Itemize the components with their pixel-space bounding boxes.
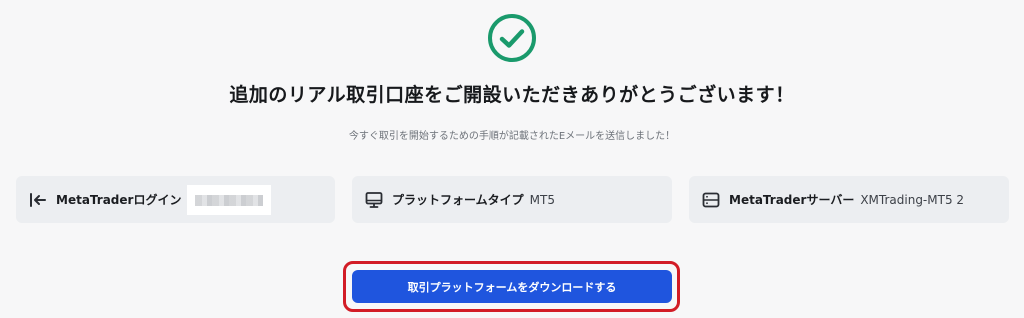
mt-login-label: MetaTraderログイン bbox=[56, 193, 182, 207]
server-icon bbox=[701, 190, 721, 210]
mt-server-card: MetaTraderサーバー XMTrading-MT5 2 bbox=[689, 176, 1009, 223]
monitor-icon bbox=[364, 190, 384, 210]
page-title: 追加のリアル取引口座をご開設いただきありがとうございます！ bbox=[229, 84, 795, 106]
download-platform-button[interactable]: 取引プラットフォームをダウンロードする bbox=[352, 270, 672, 303]
success-check-icon bbox=[486, 12, 538, 64]
mt-server-value: XMTrading-MT5 2 bbox=[860, 192, 965, 207]
login-arrow-icon bbox=[28, 190, 48, 210]
mt-server-label: MetaTraderサーバー bbox=[729, 193, 855, 207]
platform-type-label: プラットフォームタイプ bbox=[392, 193, 524, 207]
mt-login-card: MetaTraderログイン bbox=[16, 176, 335, 223]
platform-type-value: MT5 bbox=[529, 192, 555, 207]
platform-type-card: プラットフォームタイプ MT5 bbox=[352, 176, 672, 223]
mt-login-value-masked bbox=[187, 184, 272, 215]
confirmation-message: 今すぐ取引を開始するための手順が記載されたEメールを送信しました！ bbox=[348, 131, 676, 142]
